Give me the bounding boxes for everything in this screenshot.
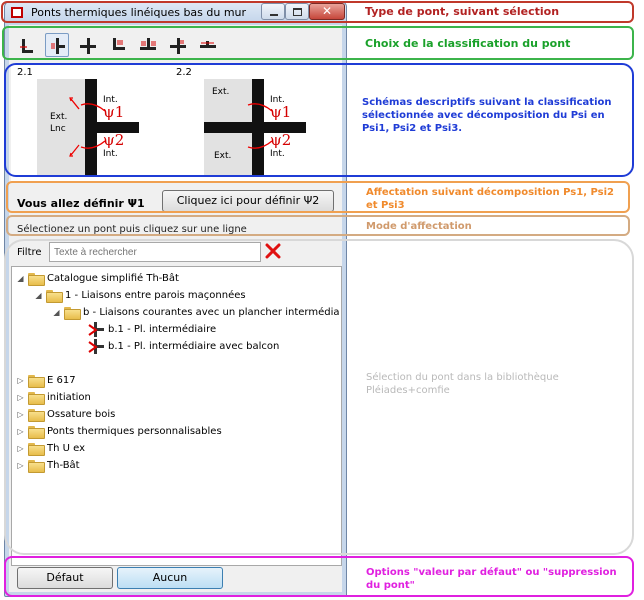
- annotation-box-mode: [6, 215, 630, 236]
- annotation-type-text: Type de pont, suivant sélection: [365, 5, 560, 18]
- annotation-box-selection: [4, 239, 634, 555]
- annotation-affectation-text: Affectation suivant décomposition Ps1, P…: [366, 187, 614, 211]
- annotation-schemas-text: Schémas descriptifs suivant la classific…: [362, 97, 612, 134]
- annotation-mode-text: Mode d'affectation: [366, 221, 472, 232]
- annotation-classification-text: Choix de la classification du pont: [365, 37, 571, 50]
- annotation-selection-text: Sélection du pont dans la bibliothèque P…: [366, 372, 559, 396]
- annotation-options-text: Options "valeur par défaut" ou "suppress…: [366, 567, 617, 591]
